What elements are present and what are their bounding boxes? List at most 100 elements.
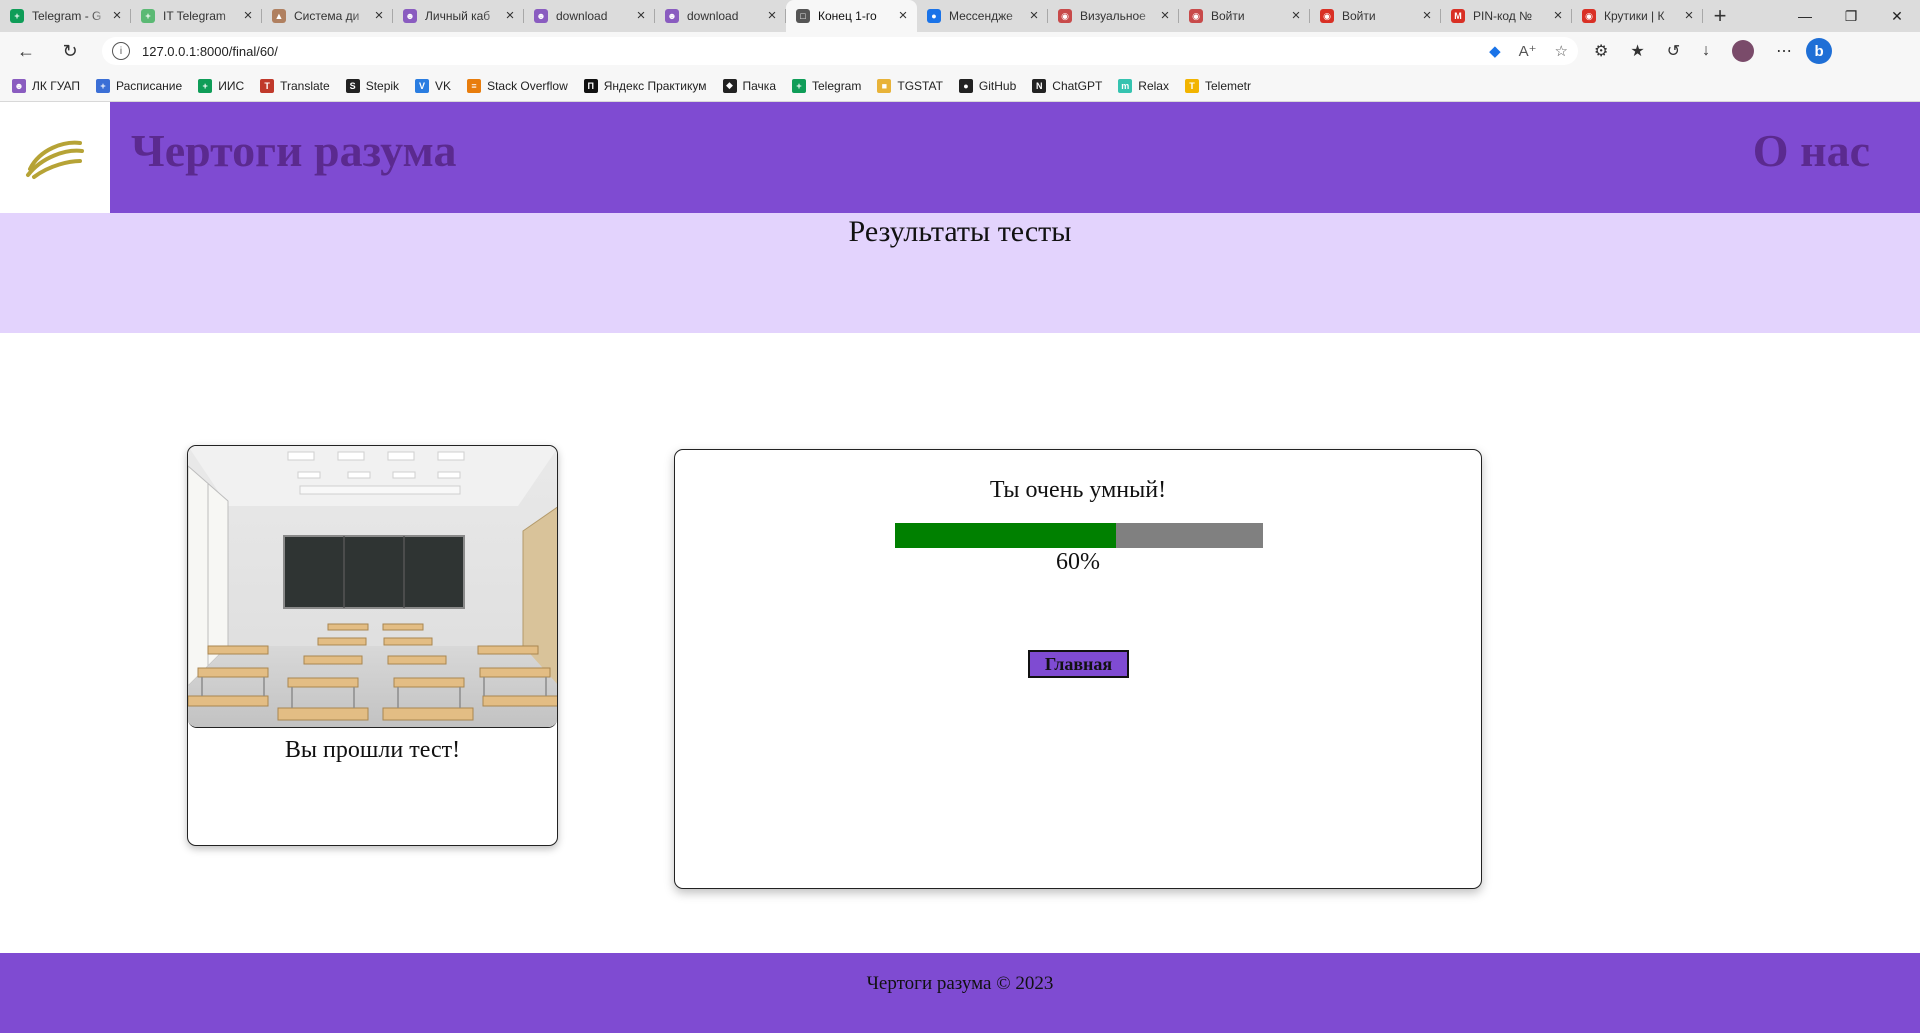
classroom-illustration — [188, 446, 557, 727]
browser-tab[interactable]: ☻ download × — [524, 0, 655, 32]
bookmark-label: Telemetr — [1204, 78, 1251, 93]
browser-tab[interactable]: M PIN-код № × — [1441, 0, 1572, 32]
close-tab-icon[interactable]: × — [371, 8, 387, 24]
bookmark-item[interactable]: S Stepik — [345, 78, 400, 93]
bookmark-label: Пачка — [742, 78, 776, 93]
page-icon: □ — [796, 9, 810, 23]
url-field[interactable]: i 127.0.0.1:8000/final/60/ ◆ A⁺ ☆ — [102, 37, 1578, 65]
telemetr-icon: T — [1184, 78, 1199, 93]
arrow-left-icon: ← — [17, 40, 35, 61]
sheets-icon: + — [792, 78, 806, 93]
user-icon: ☻ — [534, 9, 548, 23]
bookmark-item[interactable]: + Расписание — [96, 78, 183, 93]
user-icon: ☻ — [12, 78, 26, 93]
chat-icon: ● — [927, 9, 941, 23]
profile-avatar[interactable] — [1732, 40, 1755, 62]
back-button[interactable]: ← — [8, 35, 44, 67]
bookmark-label: VK — [435, 78, 452, 93]
browser-tab[interactable]: + IT Telegram × — [131, 0, 262, 32]
browser-tab[interactable]: ◉ Войти × — [1310, 0, 1441, 32]
browser-tab[interactable]: ◉ Визуальное × — [1048, 0, 1179, 32]
bookmark-item[interactable]: ≡ Stack Overflow — [467, 78, 568, 93]
close-tab-icon[interactable]: × — [1681, 8, 1697, 24]
score-percent-label: 60% — [1056, 549, 1100, 575]
score-progress-fill — [895, 523, 1116, 548]
sheets-icon: + — [198, 78, 213, 93]
close-tab-icon[interactable]: × — [1419, 8, 1435, 24]
bookmark-item[interactable]: + Telegram — [792, 78, 861, 93]
close-tab-icon[interactable]: × — [895, 8, 911, 24]
site-logo[interactable] — [0, 102, 110, 213]
target-icon: ◉ — [1582, 9, 1596, 23]
bookmark-label: Stack Overflow — [487, 78, 568, 93]
browser-tab[interactable]: ☻ Личный каб × — [393, 0, 524, 32]
info-icon[interactable]: i — [112, 42, 130, 60]
close-tab-icon[interactable]: × — [109, 8, 125, 24]
sheets-icon: + — [10, 9, 24, 23]
close-tab-icon[interactable]: × — [502, 8, 518, 24]
new-tab-button[interactable]: + — [1703, 0, 1737, 32]
bookmark-label: ЛК ГУАП — [32, 78, 81, 93]
bookmark-label: Расписание — [116, 78, 183, 93]
site-title[interactable]: Чертоги разума — [131, 124, 457, 177]
browser-tab[interactable]: ● Мессендже × — [917, 0, 1048, 32]
history-icon[interactable]: ↺ — [1667, 41, 1680, 61]
browser-tab[interactable]: + Telegram - G × — [0, 0, 131, 32]
reload-button[interactable]: ↻ — [52, 35, 88, 67]
favorites-icon[interactable]: ★ — [1630, 41, 1644, 61]
bookmark-item[interactable]: ◆ Пачка — [722, 78, 776, 93]
read-aloud-icon[interactable]: A⁺ — [1519, 42, 1537, 60]
bookmark-item[interactable]: Π Яндекс Практикум — [583, 78, 707, 93]
bookmark-item[interactable]: ☻ ЛК ГУАП — [12, 78, 81, 93]
browser-tab[interactable]: □ Конец 1-го × — [786, 0, 917, 32]
browser-tab[interactable]: ◉ Крутики | К × — [1572, 0, 1703, 32]
bookmark-item[interactable]: T Telemetr — [1184, 78, 1251, 93]
window-controls: — ❐ ✕ — [1782, 0, 1920, 32]
close-tab-icon[interactable]: × — [1157, 8, 1173, 24]
browser-tab[interactable]: ☻ download × — [655, 0, 786, 32]
bookmark-item[interactable]: + ИИС — [198, 78, 245, 93]
tab-title: download — [556, 9, 608, 23]
favorite-star-icon[interactable]: ☆ — [1555, 42, 1568, 60]
bookmark-item[interactable]: ■ TGSTAT — [877, 78, 943, 93]
close-tab-icon[interactable]: × — [764, 8, 780, 24]
stepik-icon: S — [345, 78, 360, 93]
about-link[interactable]: О нас — [1753, 124, 1870, 177]
pachka-icon: ◆ — [722, 78, 737, 93]
tab-title: IT Telegram — [163, 9, 226, 23]
bookmark-label: Relax — [1138, 78, 1169, 93]
extensions-icon[interactable]: ⚙ — [1594, 41, 1608, 61]
copilot-icon[interactable]: b — [1806, 38, 1833, 64]
bookmark-label: ChatGPT — [1052, 78, 1103, 93]
close-tab-icon[interactable]: × — [240, 8, 256, 24]
tab-title: Telegram - G — [32, 9, 102, 23]
browser-tab[interactable]: ◉ Войти × — [1179, 0, 1310, 32]
tab-title: Визуальное — [1080, 9, 1146, 23]
bookmark-item[interactable]: m Relax — [1118, 78, 1169, 93]
home-button[interactable]: Главная — [1028, 650, 1129, 678]
close-tab-icon[interactable]: × — [1288, 8, 1304, 24]
address-bar: ← ↻ i 127.0.0.1:8000/final/60/ ◆ A⁺ ☆ ⚙ … — [0, 32, 1920, 70]
tab-title: Войти — [1342, 9, 1376, 23]
bookmark-label: Stepik — [365, 78, 400, 93]
browser-tab[interactable]: ▲ Система ди × — [262, 0, 393, 32]
bookmark-item[interactable]: V VK — [415, 78, 452, 93]
restore-button[interactable]: ❐ — [1828, 0, 1874, 32]
bookmark-item[interactable]: N ChatGPT — [1032, 78, 1103, 93]
tag-icon[interactable]: ◆ — [1489, 42, 1501, 60]
bookmark-label: ИИС — [218, 78, 245, 93]
relax-icon: m — [1118, 78, 1133, 93]
bookmark-item[interactable]: ● GitHub — [958, 78, 1017, 93]
bookmark-label: GitHub — [978, 78, 1017, 93]
site-footer: Чертоги разума © 2023 — [0, 953, 1920, 1033]
minimize-button[interactable]: — — [1782, 0, 1828, 32]
more-options-icon[interactable]: ⋯ — [1776, 41, 1792, 61]
close-tab-icon[interactable]: × — [1550, 8, 1566, 24]
close-tab-icon[interactable]: × — [1026, 8, 1042, 24]
close-tab-icon[interactable]: × — [633, 8, 649, 24]
translate-icon: T — [260, 78, 275, 93]
close-window-button[interactable]: ✕ — [1874, 0, 1920, 32]
circle-icon: ◉ — [1189, 9, 1203, 23]
bookmark-item[interactable]: T Translate — [260, 78, 330, 93]
download-icon[interactable]: ↓ — [1702, 42, 1710, 60]
